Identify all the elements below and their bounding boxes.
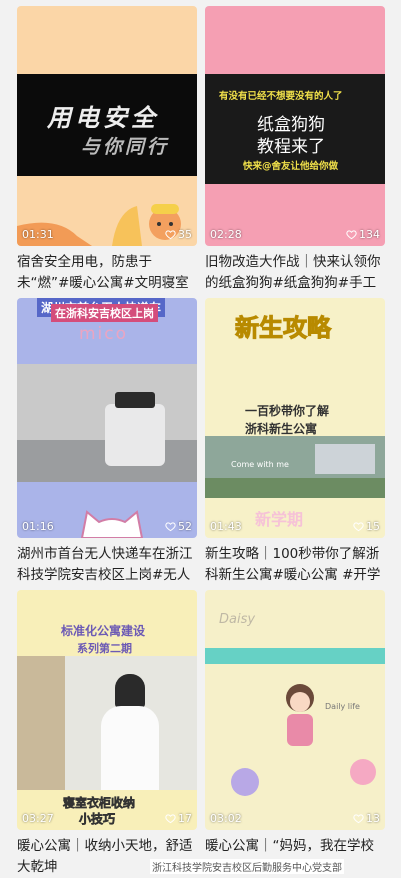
thumbnail-caption-line: 小技巧 [79,812,116,827]
video-thumbnail[interactable]: 标准化公寓建设 系列第二期 寝室衣柜收纳 小技巧 03:27 17 [17,590,197,830]
video-card[interactable]: 湖州市首台无人快递车 在浙科安吉校区上岗 mico 01:16 52 湖州市首台… [17,298,197,586]
cat-illustration [80,510,144,538]
footer-credit: 浙江科技学院安吉校区后勤服务中心党支部 [150,859,344,874]
like-number: 15 [366,520,380,533]
video-thumbnail[interactable]: 有没有已经不想要没有的人了 纸盒狗狗 教程来了 快来@舍友让他给你做 02:28… [205,6,385,246]
like-number: 35 [178,228,192,241]
like-number: 17 [178,812,192,825]
heart-icon [353,814,364,824]
like-count: 15 [353,520,380,533]
video-duration: 02:28 [210,228,242,241]
cat-illustration [350,759,376,785]
thumbnail-word: mico [79,324,129,344]
thumbnail-subtitle: 在浙科安吉校区上岗 [51,304,158,322]
video-duration: 01:31 [22,228,54,241]
thumbnail-line: 有没有已经不想要没有的人了 [219,91,343,102]
thumbnail-tagline: Daily life [325,702,360,711]
thumbnail-subtitle: 系列第二期 [77,642,132,655]
video-duration: 01:43 [210,520,242,533]
heart-icon [165,230,176,240]
thumbnail-line: 一百秒带你了解 [245,404,330,418]
like-count: 52 [165,520,192,533]
thumbnail-photo [17,364,197,482]
thumbnail-word: 新学期 [255,510,304,529]
video-card[interactable]: 标准化公寓建设 系列第二期 寝室衣柜收纳 小技巧 03:27 17 暖心公寓｜收… [17,590,197,878]
like-count: 17 [165,812,192,825]
video-thumbnail[interactable]: 新生攻略 一百秒带你了解 浙科新生公寓 Come with me 新学期 01:… [205,298,385,538]
thumbnail-line: 浙科新生公寓 [245,422,318,436]
delivery-robot [105,404,165,466]
like-count: 134 [346,228,380,241]
thumbnail-photo [17,656,197,790]
video-card[interactable]: Daisy Daily life 03:02 13 暖心公寓｜“妈妈，我在学校挺… [205,590,385,878]
like-number: 13 [366,812,380,825]
thumbnail-word: Daisy [219,612,256,627]
girl-illustration [286,684,314,746]
thumbnail-title: 新生攻略 [235,314,332,343]
like-count: 13 [353,812,380,825]
thumbnail-caption-line: 寝室衣柜收纳 [63,796,136,811]
video-caption[interactable]: 新生攻略｜100秒带你了解浙科新生公寓#暖心公寓 #开学季 [205,544,385,586]
video-duration: 01:16 [22,520,54,533]
cat-illustration [231,768,259,796]
video-duration: 03:02 [210,812,242,825]
thumbnail-title: 教程来了 [257,137,325,157]
thumbnail-band [205,648,385,664]
video-card[interactable]: 新生攻略 一百秒带你了解 浙科新生公寓 Come with me 新学期 01:… [205,298,385,586]
video-card[interactable]: 用电安全 与你同行 01:31 35 宿舍安全用电，防患于未“燃”#暖心公寓#文… [17,6,197,294]
thumbnail-title: 标准化公寓建设 [61,624,146,638]
video-thumbnail[interactable]: 湖州市首台无人快递车 在浙科安吉校区上岗 mico 01:16 52 [17,298,197,538]
thumbnail-tagline: Come with me [231,460,289,469]
heart-icon [353,522,364,532]
heart-icon [346,230,357,240]
presenter [115,674,145,708]
video-duration: 03:27 [22,812,54,825]
heart-icon [165,814,176,824]
video-card[interactable]: 有没有已经不想要没有的人了 纸盒狗狗 教程来了 快来@舍友让他给你做 02:28… [205,6,385,294]
like-count: 35 [165,228,192,241]
video-caption[interactable]: 湖州市首台无人快递车在浙江科技学院安吉校区上岗#无人快递 [17,544,197,586]
thumbnail-subtitle: 与你同行 [81,136,170,158]
like-number: 134 [359,228,380,241]
video-thumbnail[interactable]: Daisy Daily life 03:02 13 [205,590,385,830]
heart-icon [165,522,176,532]
like-number: 52 [178,520,192,533]
thumbnail-title: 用电安全 [47,104,159,132]
video-caption[interactable]: 旧物改造大作战｜快来认领你的纸盒狗狗#纸盒狗狗#手工 [205,252,385,294]
thumbnail-line: 快来@舍友让他给你做 [243,161,339,172]
video-caption[interactable]: 宿舍安全用电，防患于未“燃”#暖心公寓#文明寝室#寝室安全 [17,252,197,294]
video-thumbnail[interactable]: 用电安全 与你同行 01:31 35 [17,6,197,246]
